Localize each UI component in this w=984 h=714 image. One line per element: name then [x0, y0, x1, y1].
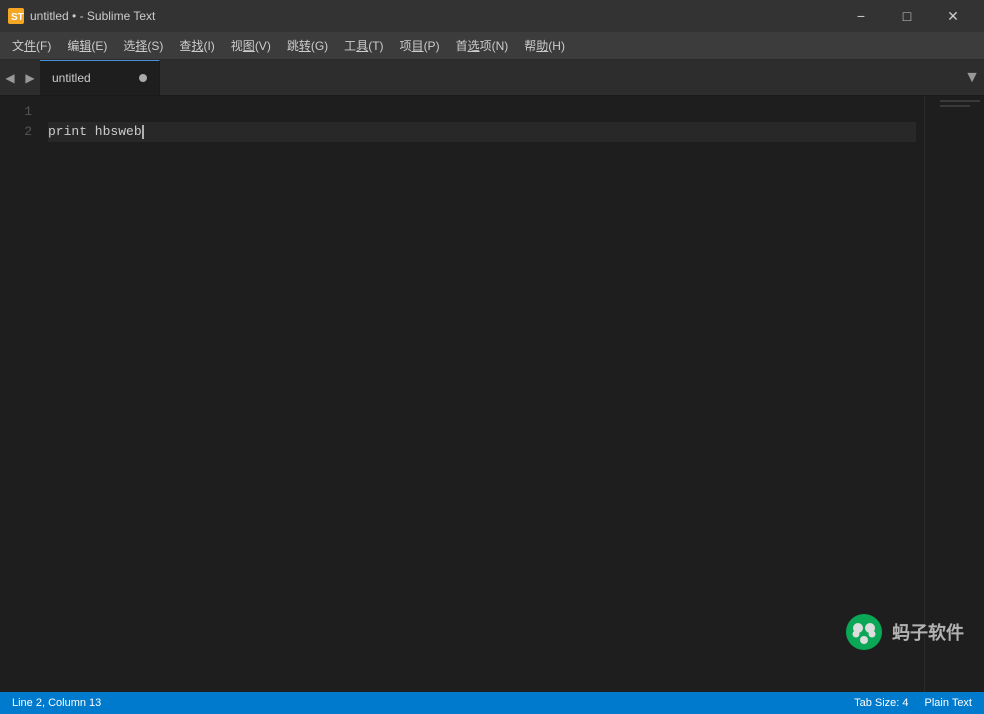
close-button[interactable]: ✕ [930, 0, 976, 32]
watermark-icon [844, 612, 884, 652]
menu-select[interactable]: 选择(S) [115, 32, 171, 60]
menu-preferences[interactable]: 首选项(N) [448, 32, 517, 60]
tab-scroll-left[interactable]: ◀ [0, 60, 20, 95]
status-bar: Line 2, Column 13 Tab Size: 4 Plain Text [0, 692, 984, 714]
menu-view[interactable]: 视图(V) [223, 32, 279, 60]
line-number-1: 1 [4, 102, 32, 122]
status-right: Tab Size: 4 Plain Text [854, 697, 972, 709]
minimap-line-2 [940, 105, 970, 107]
code-editor[interactable]: print hbsweb [40, 96, 924, 692]
tab-scroll-right[interactable]: ▶ [20, 60, 40, 95]
svg-text:ST: ST [11, 12, 24, 23]
code-line-2-content: print hbsweb [48, 122, 142, 142]
tab-bar: ◀ ▶ untitled ▼ [0, 60, 984, 96]
maximize-button[interactable]: □ [884, 0, 930, 32]
editor-area[interactable]: 1 2 print hbsweb 蚂子软件 [0, 96, 984, 692]
status-left: Line 2, Column 13 [12, 697, 854, 709]
tab-title: untitled [52, 71, 91, 85]
menu-edit[interactable]: 编辑(E) [59, 32, 115, 60]
menu-find[interactable]: 查找(I) [171, 32, 222, 60]
tab-overflow-button[interactable]: ▼ [960, 60, 984, 95]
menu-tools[interactable]: 工具(T) [336, 32, 391, 60]
minimap-line-1 [940, 100, 980, 102]
line-number-2: 2 [4, 122, 32, 142]
menu-file[interactable]: 文件(F) [4, 32, 59, 60]
app-icon: ST [8, 8, 24, 24]
status-syntax[interactable]: Plain Text [925, 697, 973, 709]
tab-modified-indicator[interactable] [139, 74, 147, 82]
watermark-label: 蚂子软件 [892, 619, 964, 645]
window-controls: − □ ✕ [838, 0, 976, 32]
menu-goto[interactable]: 跳转(G) [279, 32, 336, 60]
code-line-1 [48, 102, 916, 122]
minimap-content [940, 100, 980, 107]
window-title: untitled • - Sublime Text [30, 9, 838, 23]
menu-bar: 文件(F) 编辑(E) 选择(S) 查找(I) 视图(V) 跳转(G) 工具(T… [0, 32, 984, 60]
status-tab-size[interactable]: Tab Size: 4 [854, 697, 908, 709]
active-tab[interactable]: untitled [40, 60, 160, 95]
watermark: 蚂子软件 [844, 612, 964, 652]
title-bar: ST untitled • - Sublime Text − □ ✕ [0, 0, 984, 32]
code-line-2: print hbsweb [48, 122, 916, 142]
status-position[interactable]: Line 2, Column 13 [12, 697, 101, 709]
minimap [924, 96, 984, 692]
text-cursor [142, 125, 144, 139]
menu-project[interactable]: 项目(P) [392, 32, 448, 60]
menu-help[interactable]: 帮助(H) [516, 32, 573, 60]
minimize-button[interactable]: − [838, 0, 884, 32]
line-numbers: 1 2 [0, 96, 40, 692]
